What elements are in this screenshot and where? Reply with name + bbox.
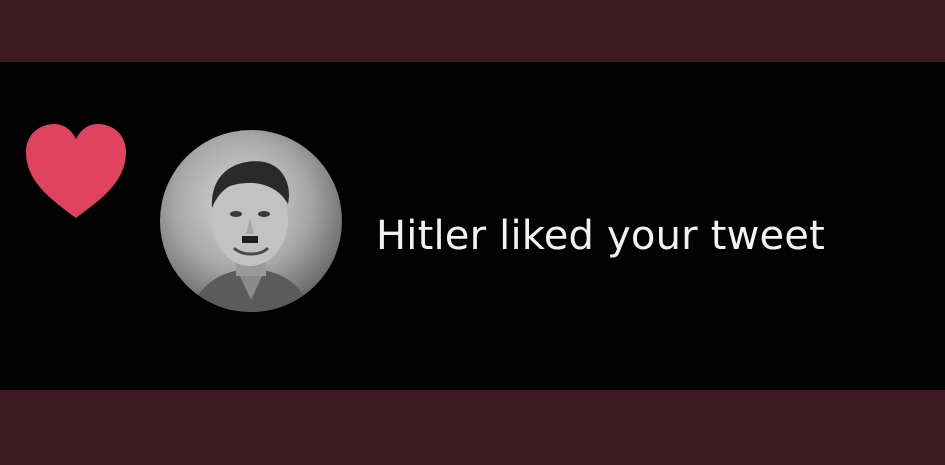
bottom-band [0, 390, 945, 465]
top-band [0, 0, 945, 62]
user-avatar[interactable] [160, 130, 342, 312]
heart-icon [22, 122, 130, 222]
like-notification[interactable]: Hitler liked your tweet [0, 62, 945, 390]
notification-message: Hitler liked your tweet [376, 213, 825, 259]
